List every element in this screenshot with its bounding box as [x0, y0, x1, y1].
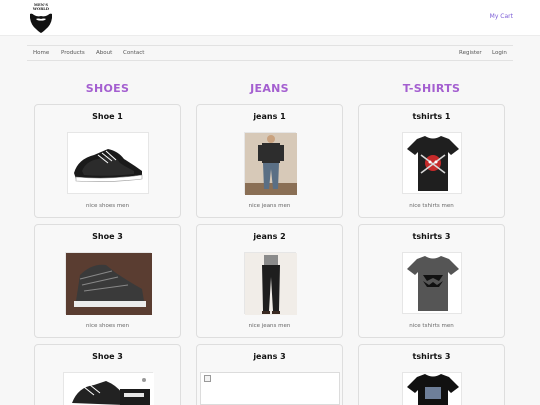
- sneaker-box-image: [64, 373, 154, 405]
- product-name: jeans 1: [253, 112, 286, 121]
- product-image[interactable]: [402, 132, 462, 194]
- sneaker-image: [74, 149, 143, 182]
- tshirt-image: [407, 136, 459, 191]
- nav-products[interactable]: Products: [61, 50, 85, 56]
- nav-contact[interactable]: Contact: [123, 50, 144, 56]
- tshirt-image: [407, 374, 459, 405]
- category-title-shoes: SHOES: [85, 82, 130, 95]
- product-desc: nice jeans men: [248, 323, 291, 329]
- product-image[interactable]: [67, 132, 149, 194]
- product-card[interactable]: Shoe 3 nice shoes men: [34, 224, 181, 338]
- product-name: jeans 3: [253, 352, 286, 361]
- product-card[interactable]: jeans 2 nice jeans men: [196, 224, 343, 338]
- product-name: Shoe 3: [92, 352, 123, 361]
- jeans-image: [245, 253, 297, 315]
- broken-product-image[interactable]: [200, 372, 340, 405]
- beard-icon: [30, 13, 52, 33]
- product-image[interactable]: [244, 132, 297, 195]
- product-name: tshirts 3: [412, 352, 451, 361]
- product-card[interactable]: jeans 1 nice jeans men: [196, 104, 343, 218]
- product-card[interactable]: tshirts 3: [358, 344, 505, 405]
- nav-register[interactable]: Register: [459, 50, 482, 56]
- product-name: Shoe 3: [92, 232, 123, 241]
- category-title-tshirts: T-SHIRTS: [402, 82, 461, 95]
- product-image[interactable]: [63, 372, 154, 405]
- product-image[interactable]: [244, 252, 297, 315]
- product-image[interactable]: [402, 252, 462, 314]
- product-card[interactable]: Shoe 3: [34, 344, 181, 405]
- product-image[interactable]: [65, 252, 152, 315]
- product-card[interactable]: Shoe 1 nice shoes men: [34, 104, 181, 218]
- product-image[interactable]: [402, 372, 462, 405]
- main-nav: Home Products About Contact Register Log…: [27, 45, 513, 61]
- product-desc: nice jeans men: [248, 203, 291, 209]
- product-name: Shoe 1: [92, 112, 123, 121]
- product-card[interactable]: tshirts 1 nice tshirts men: [358, 104, 505, 218]
- product-name: jeans 2: [253, 232, 286, 241]
- nav-home[interactable]: Home: [33, 50, 49, 56]
- jeans-model-image: [245, 133, 297, 195]
- high-top-sneaker-image: [66, 253, 152, 315]
- my-cart-link[interactable]: My Cart: [490, 13, 513, 20]
- tshirt-image: [407, 256, 459, 311]
- broken-image-icon: [204, 375, 211, 382]
- nav-login[interactable]: Login: [492, 50, 507, 56]
- product-desc: nice shoes men: [85, 323, 130, 329]
- product-card[interactable]: tshirts 3 nice tshirts men: [358, 224, 505, 338]
- category-title-jeans: JEANS: [250, 82, 289, 95]
- product-name: tshirts 1: [412, 112, 451, 121]
- product-desc: nice tshirts men: [409, 323, 454, 329]
- header: MEN'S WORLD My Cart: [0, 0, 540, 36]
- nav-about[interactable]: About: [96, 50, 112, 56]
- product-desc: nice tshirts men: [409, 203, 454, 209]
- product-name: tshirts 3: [412, 232, 451, 241]
- brand-logo[interactable]: MEN'S WORLD: [28, 3, 54, 33]
- product-desc: nice shoes men: [85, 203, 130, 209]
